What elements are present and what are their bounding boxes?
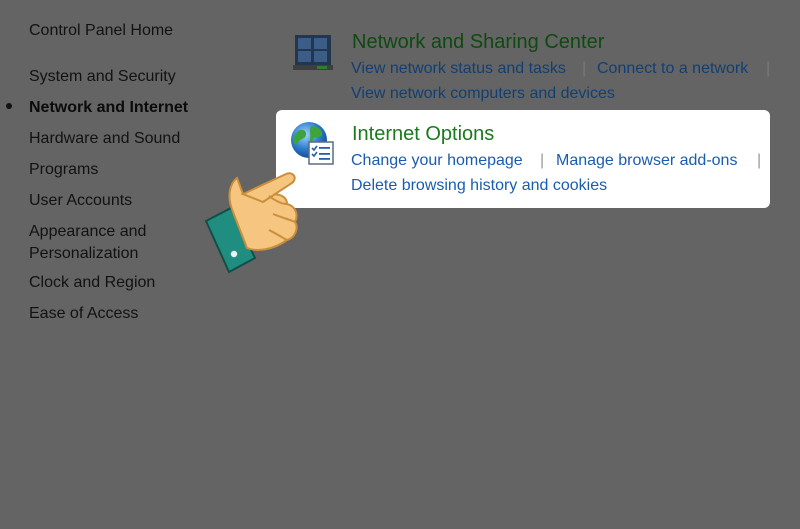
change-homepage-link[interactable]: Change your homepage	[351, 152, 523, 170]
sidebar-item-hardware-and-sound[interactable]: Hardware and Sound	[29, 128, 180, 150]
sidebar-item-control-panel-home[interactable]: Control Panel Home	[29, 20, 173, 42]
view-network-status-link[interactable]: View network status and tasks	[351, 60, 566, 78]
manage-browser-addons-link[interactable]: Manage browser add-ons	[556, 152, 737, 170]
network-icon	[293, 35, 333, 70]
sidebar-item-appearance-line1[interactable]: Appearance and	[29, 221, 146, 243]
internet-options-globe-icon	[291, 122, 334, 165]
link-separator: |	[582, 60, 587, 77]
link-separator: |	[757, 152, 762, 169]
link-separator: |	[540, 152, 545, 169]
sidebar-item-programs[interactable]: Programs	[29, 159, 98, 181]
internet-options-link[interactable]: Internet Options	[352, 123, 494, 146]
pointing-hand-icon	[204, 172, 298, 274]
sidebar-item-ease-of-access[interactable]: Ease of Access	[29, 303, 138, 325]
sidebar-item-appearance-line2[interactable]: Personalization	[29, 243, 138, 265]
network-sharing-center-link[interactable]: Network and Sharing Center	[352, 31, 604, 54]
connect-to-network-link[interactable]: Connect to a network	[597, 60, 748, 78]
sidebar-item-user-accounts[interactable]: User Accounts	[29, 190, 132, 212]
active-bullet	[6, 103, 12, 109]
sidebar-item-system-and-security[interactable]: System and Security	[29, 66, 176, 88]
sidebar-item-clock-and-region[interactable]: Clock and Region	[29, 272, 155, 294]
delete-browsing-history-link[interactable]: Delete browsing history and cookies	[351, 177, 607, 195]
view-network-computers-link[interactable]: View network computers and devices	[351, 85, 615, 103]
link-separator: |	[766, 60, 771, 77]
sidebar-item-network-and-internet[interactable]: Network and Internet	[29, 97, 188, 119]
